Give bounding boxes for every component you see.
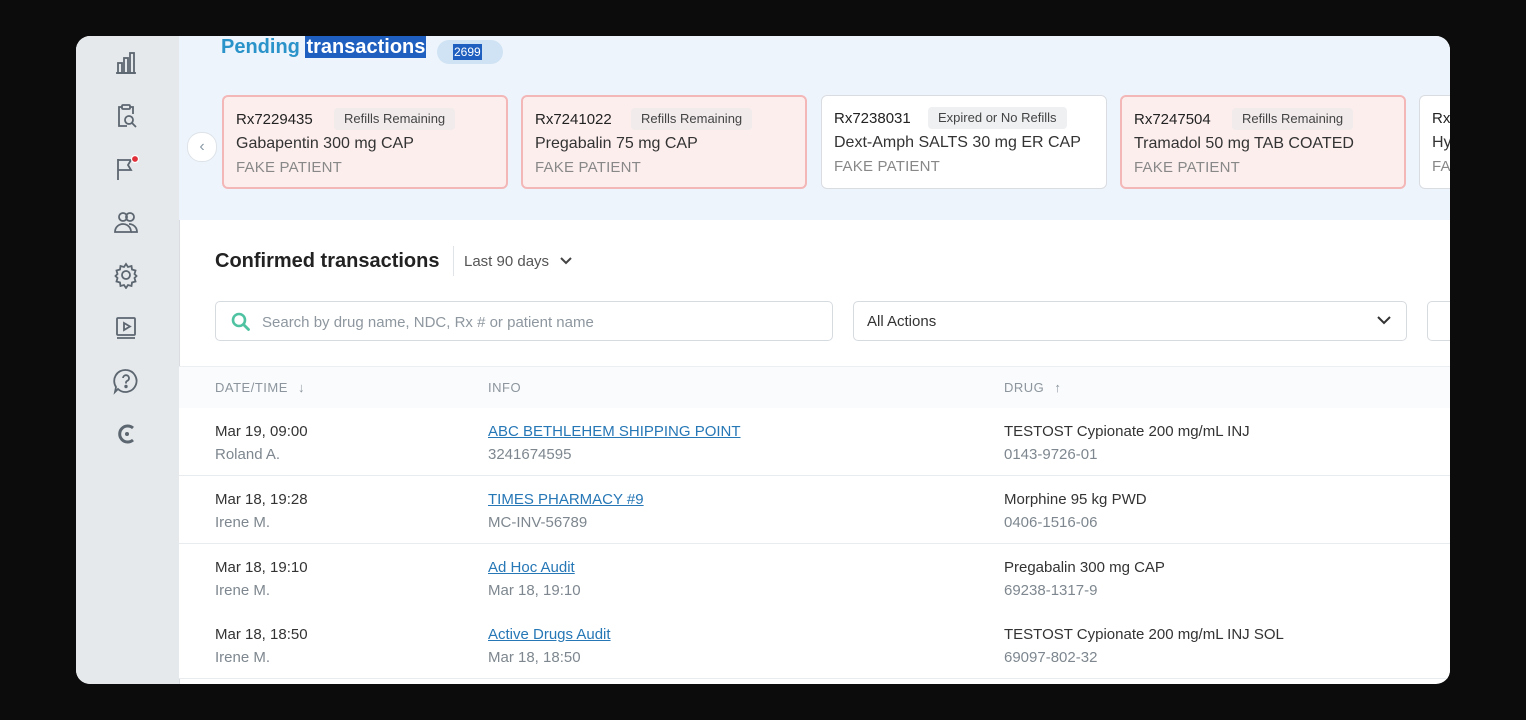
chevron-down-icon [560,257,572,265]
card-drug-name: Tramadol 50 mg TAB COATED [1134,135,1354,152]
row-user: Roland A. [215,446,281,463]
row-drug: Pregabalin 300 mg CAP [1004,559,1165,576]
row-drug: TESTOST Cypionate 200 mg/mL INJ SOL [1004,626,1284,643]
card-status-tag: Refills Remaining [1232,108,1354,130]
date-range-label: Last 90 days [464,253,550,270]
row-info-link[interactable]: Ad Hoc Audit [488,559,575,576]
actions-select-value: All Actions [867,313,937,330]
table-row[interactable]: Mar 18, 19:10 Irene M. Ad Hoc Audit Mar … [179,544,1450,612]
card-status-tag: Refills Remaining [631,108,753,130]
row-user: Irene M. [215,649,271,666]
search-input[interactable] [260,310,824,334]
help-icon[interactable] [112,367,140,395]
column-header-info: INFO [488,380,522,395]
column-header-datetime[interactable]: DATE/TIME ↓ [215,380,305,395]
bar-chart-icon[interactable] [112,49,140,77]
card-rx-number: Rx7229435 [236,111,313,128]
column-header-datetime-label: DATE/TIME [215,380,288,395]
pending-section: Pending transactions 2699 ‹ Rx7229435 Re… [179,36,1450,220]
pending-count: 2699 [453,44,482,60]
search-icon [231,312,250,331]
row-date: Mar 18, 18:50 [215,626,308,643]
users-icon[interactable] [112,208,140,236]
pending-card-partial[interactable]: Rx Hy FA [1419,95,1450,189]
row-info-link[interactable]: ABC BETHLEHEM SHIPPING POINT [488,423,741,440]
pending-title-highlighted-word: transactions [305,36,427,58]
row-info-sub: Mar 18, 19:10 [488,582,581,599]
row-user: Irene M. [215,514,271,531]
flag-icon[interactable] [112,155,140,183]
sidebar [76,36,180,684]
filter-select-partial[interactable] [1427,301,1450,341]
pending-card[interactable]: Rx7229435 Refills Remaining Gabapentin 3… [222,95,508,189]
row-ndc: 69097-802-32 [1004,649,1098,666]
pending-title: Pending transactions [221,36,427,59]
row-date: Mar 18, 19:28 [215,491,308,508]
row-drug: TESTOST Cypionate 200 mg/mL INJ [1004,423,1250,440]
row-date: Mar 18, 19:10 [215,559,308,576]
actions-select[interactable]: All Actions [853,301,1407,341]
card-status-tag: Expired or No Refills [928,107,1067,129]
column-header-drug[interactable]: DRUG ↑ [1004,380,1061,395]
row-ndc: 69238-1317-9 [1004,582,1098,599]
carousel-prev-button[interactable]: ‹ [187,132,217,162]
row-info-sub: 3241674595 [488,446,572,463]
card-rx-number: Rx7247504 [1134,111,1211,128]
pending-card[interactable]: Rx7241022 Refills Remaining Pregabalin 7… [521,95,807,189]
card-patient-name: FAKE PATIENT [535,159,642,176]
row-date: Mar 19, 09:00 [215,423,308,440]
row-info-sub: Mar 18, 18:50 [488,649,581,666]
main-content: Pending transactions 2699 ‹ Rx7229435 Re… [179,36,1450,684]
gear-icon[interactable] [112,261,140,289]
pending-card[interactable]: Rx7247504 Refills Remaining Tramadol 50 … [1120,95,1406,189]
row-drug: Morphine 95 kg PWD [1004,491,1147,508]
card-drug-name: Gabapentin 300 mg CAP [236,135,414,152]
pending-count-badge: 2699 [437,40,503,64]
table-row[interactable]: Mar 18, 19:28 Irene M. TIMES PHARMACY #9… [179,476,1450,544]
video-tutorial-icon[interactable] [112,314,140,342]
app-window: Pending transactions 2699 ‹ Rx7229435 Re… [76,36,1450,684]
card-rx-number: Rx7238031 [834,110,911,127]
row-info-sub: MC-INV-56789 [488,514,588,531]
sort-up-arrow-icon: ↑ [1054,380,1062,395]
card-drug-name: Hy [1432,134,1450,151]
card-rx-number: Rx [1432,110,1450,127]
card-patient-name: FAKE PATIENT [834,158,941,175]
sort-down-arrow-icon: ↓ [298,380,305,395]
column-header-drug-label: DRUG [1004,380,1045,395]
search-box[interactable] [215,301,833,341]
card-patient-name: FAKE PATIENT [236,159,343,176]
row-ndc: 0406-1516-06 [1004,514,1098,531]
table-row[interactable]: Mar 19, 09:00 Roland A. ABC BETHLEHEM SH… [179,408,1450,476]
confirmed-title: Confirmed transactions [215,250,440,272]
card-patient-name: FAKE PATIENT [1134,159,1241,176]
chevron-down-icon [1377,316,1391,325]
date-range-dropdown[interactable]: Last 90 days [464,253,573,270]
card-drug-name: Dext-Amph SALTS 30 mg ER CAP [834,134,1081,151]
brand-logo-icon[interactable] [112,420,140,448]
card-drug-name: Pregabalin 75 mg CAP [535,135,698,152]
clipboard-search-icon[interactable] [112,102,140,130]
title-divider [453,246,454,276]
row-info-link[interactable]: Active Drugs Audit [488,626,611,643]
table-header: DATE/TIME ↓ INFO DRUG ↑ [179,366,1450,409]
row-info-link[interactable]: TIMES PHARMACY #9 [488,491,644,508]
card-rx-number: Rx7241022 [535,111,612,128]
table-row[interactable]: Mar 18, 18:50 Irene M. Active Drugs Audi… [179,611,1450,679]
pending-title-word: Pending [221,36,300,58]
row-user: Irene M. [215,582,271,599]
card-status-tag: Refills Remaining [334,108,456,130]
chevron-left-icon: ‹ [199,138,205,155]
pending-card[interactable]: Rx7238031 Expired or No Refills Dext-Amp… [821,95,1107,189]
card-patient-name: FA [1432,158,1450,175]
row-ndc: 0143-9726-01 [1004,446,1098,463]
